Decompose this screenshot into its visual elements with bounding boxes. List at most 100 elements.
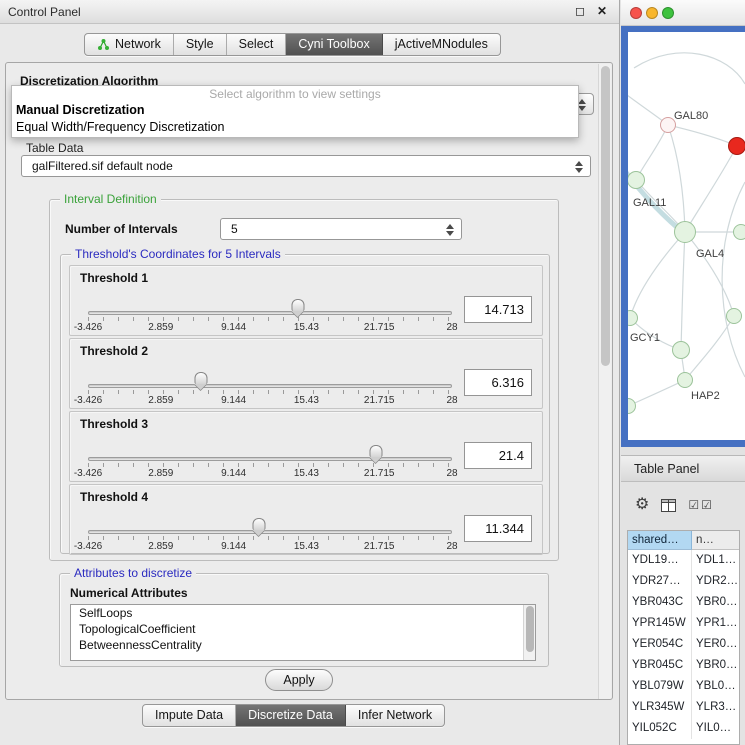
network-node[interactable] xyxy=(674,221,696,243)
slider-ticks xyxy=(88,390,452,394)
threshold-value-field[interactable]: 6.316 xyxy=(464,369,532,396)
table-panel-title: Table Panel xyxy=(634,462,699,476)
list-item[interactable]: SelfLoops xyxy=(71,605,535,621)
threshold-slider[interactable]: -3.4262.8599.14415.4321.71528 xyxy=(88,266,452,335)
tick-label: 28 xyxy=(446,541,457,552)
apply-button[interactable]: Apply xyxy=(265,669,333,691)
close-icon[interactable]: ✕ xyxy=(597,4,607,18)
slider-thumb[interactable] xyxy=(194,372,207,384)
combo-arrows-icon xyxy=(573,159,585,174)
tab-select[interactable]: Select xyxy=(227,34,287,55)
column-header-name[interactable]: n… xyxy=(692,531,739,550)
float-window-icon[interactable]: ◻ xyxy=(575,4,585,18)
slider-track[interactable] xyxy=(88,311,452,315)
dropdown-option-manual-discretization[interactable]: Manual Discretization xyxy=(12,102,578,119)
network-node[interactable] xyxy=(628,398,636,414)
table-row[interactable]: YPR145WYPR1… xyxy=(628,613,739,634)
list-item[interactable]: BetweennessCentrality xyxy=(71,637,535,653)
number-of-intervals-combobox[interactable]: 5 xyxy=(220,218,462,240)
threshold-slider[interactable]: -3.4262.8599.14415.4321.71528 xyxy=(88,412,452,481)
tab-jactivemnodules[interactable]: jActiveMNodules xyxy=(383,34,500,55)
tick-label: 21.715 xyxy=(364,468,395,479)
table-row[interactable]: YBL079WYBL0… xyxy=(628,676,739,697)
network-node[interactable] xyxy=(677,372,693,388)
tick-label: 28 xyxy=(446,395,457,406)
threshold-value-field[interactable]: 11.344 xyxy=(464,515,532,542)
tab-network[interactable]: Network xyxy=(85,34,174,55)
tab-impute-data[interactable]: Impute Data xyxy=(143,705,236,726)
list-scrollbar[interactable] xyxy=(523,605,535,660)
table-toolbar: ⚙ ☑☑ xyxy=(635,494,714,516)
table-cell: YDR2… xyxy=(692,571,739,592)
table-row[interactable]: YDL19…YDL1… xyxy=(628,550,739,571)
table-cell: YDR27… xyxy=(628,571,692,592)
network-node[interactable] xyxy=(628,310,638,326)
table-row[interactable]: YBR043CYBR0… xyxy=(628,592,739,613)
network-node[interactable] xyxy=(672,341,690,359)
table-data-combobox[interactable]: galFiltered.sif default node xyxy=(21,155,591,177)
slider-thumb[interactable] xyxy=(253,518,266,530)
group-title: Attributes to discretize xyxy=(70,566,196,580)
tick-label: -3.426 xyxy=(74,468,102,479)
scrollbar-thumb[interactable] xyxy=(526,606,534,652)
slider-track[interactable] xyxy=(88,457,452,461)
table-cell: YBR043C xyxy=(628,592,692,613)
network-canvas[interactable]: GAL80GAL11GAL4GCY1HAP2 xyxy=(628,32,745,440)
network-node[interactable] xyxy=(726,308,742,324)
gear-icon[interactable]: ⚙ xyxy=(635,495,649,515)
scrollbar-thumb[interactable] xyxy=(601,66,610,366)
tick-label: 21.715 xyxy=(364,541,395,552)
threshold-value-field[interactable]: 21.4 xyxy=(464,442,532,469)
network-node[interactable] xyxy=(728,137,745,155)
threshold-value-field[interactable]: 14.713 xyxy=(464,296,532,323)
dropdown-option-equal-width[interactable]: Equal Width/Frequency Discretization xyxy=(12,119,578,136)
select-all-icon[interactable]: ☑☑ xyxy=(688,498,714,512)
slider-tick-labels: -3.4262.8599.14415.4321.71528 xyxy=(88,468,452,480)
slider-track[interactable] xyxy=(88,384,452,388)
right-column: GAL80GAL11GAL4GCY1HAP2 Table Panel ⚙ ☑☑ … xyxy=(621,0,745,745)
network-node-label: GCY1 xyxy=(630,332,660,344)
zoom-traffic-icon[interactable] xyxy=(662,7,674,19)
slider-ticks xyxy=(88,536,452,540)
table-panel-titlebar: Table Panel xyxy=(621,455,745,482)
slider-thumb[interactable] xyxy=(292,299,305,311)
column-header-shared-name[interactable]: shared… xyxy=(628,531,692,550)
slider-track[interactable] xyxy=(88,530,452,534)
tab-label: Network xyxy=(115,34,161,55)
close-traffic-icon[interactable] xyxy=(630,7,642,19)
table-cell: YPR1… xyxy=(692,613,739,634)
tab-style[interactable]: Style xyxy=(174,34,227,55)
number-of-intervals-value: 5 xyxy=(231,222,238,236)
tab-discretize-data[interactable]: Discretize Data xyxy=(236,705,346,726)
network-window-titlebar xyxy=(621,0,745,26)
tick-label: 2.859 xyxy=(148,395,173,406)
tick-label: -3.426 xyxy=(74,395,102,406)
table-row[interactable]: YIL052CYIL0… xyxy=(628,718,739,739)
table-row[interactable]: YDR27…YDR2… xyxy=(628,571,739,592)
network-node[interactable] xyxy=(733,224,745,240)
table-data-value: galFiltered.sif default node xyxy=(32,159,173,173)
network-icon xyxy=(97,38,110,51)
network-node-label: GAL11 xyxy=(633,197,666,209)
network-node[interactable] xyxy=(628,171,645,189)
table-row[interactable]: YER054CYER0… xyxy=(628,634,739,655)
table-row[interactable]: YLR345WYLR3… xyxy=(628,697,739,718)
threshold-slider[interactable]: -3.4262.8599.14415.4321.71528 xyxy=(88,339,452,408)
cyni-toolbox-panel: Discretization Algorithm Select algorith… xyxy=(5,62,613,700)
minimize-traffic-icon[interactable] xyxy=(646,7,658,19)
table-cell: YBL0… xyxy=(692,676,739,697)
slider-ticks xyxy=(88,317,452,321)
tick-label: 15.43 xyxy=(294,322,319,333)
column-settings-icon[interactable] xyxy=(661,499,676,512)
tab-cyni-toolbox[interactable]: Cyni Toolbox xyxy=(286,34,382,55)
threshold-slider[interactable]: -3.4262.8599.14415.4321.71528 xyxy=(88,485,452,554)
tab-infer-network[interactable]: Infer Network xyxy=(346,705,444,726)
table-cell: YBR0… xyxy=(692,655,739,676)
slider-ticks xyxy=(88,463,452,467)
slider-thumb[interactable] xyxy=(369,445,382,457)
table-cell: YIL0… xyxy=(692,718,739,739)
tick-label: 9.144 xyxy=(221,322,246,333)
list-item[interactable]: TopologicalCoefficient xyxy=(71,621,535,637)
panel-scrollbar[interactable] xyxy=(598,64,611,699)
table-row[interactable]: YBR045CYBR0… xyxy=(628,655,739,676)
